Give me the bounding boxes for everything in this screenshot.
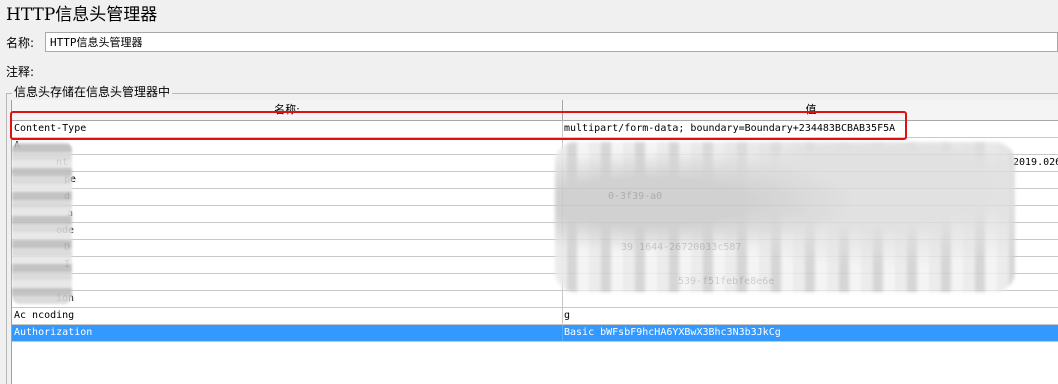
header-name-cell[interactable]: A (12, 138, 563, 154)
column-header-value[interactable]: 值 (563, 100, 1058, 120)
comment-input[interactable] (45, 60, 1058, 82)
header-name-cell[interactable]: pe (12, 172, 563, 188)
header-value-cell[interactable] (563, 172, 1058, 188)
column-header-name[interactable]: 名称: (12, 100, 563, 120)
header-value-cell[interactable] (563, 291, 1058, 307)
table-empty-area (12, 342, 1058, 384)
header-name-cell[interactable]: I (12, 257, 563, 273)
table-row[interactable]: d 0-3f39-a0 (12, 189, 1058, 206)
headers-group-legend: 信息头存储在信息头管理器中 (12, 85, 173, 99)
comment-label: 注释: (6, 64, 35, 79)
window-title: HTTP信息头管理器 (6, 5, 158, 25)
header-value-cell[interactable]: g (563, 308, 1058, 324)
table-row[interactable]: Authorization Basic bWFsbF9hcHA6YXBwX3Bhc… (12, 325, 1058, 342)
header-value-cell[interactable] (563, 223, 1058, 239)
table-row[interactable]: D 39 1644-26720033c587 (12, 240, 1058, 257)
header-name-cell[interactable]: Authorization (12, 325, 563, 341)
header-name-cell[interactable]: ion (12, 291, 563, 307)
header-value-cell[interactable]: 0-3f39-a0 (563, 189, 1058, 205)
header-name-cell[interactable]: a (12, 206, 563, 222)
table-row[interactable]: a (12, 206, 1058, 223)
table-row[interactable]: nt2019.026; (12, 155, 1058, 172)
table-row[interactable]: 539-f51febfe8e6e (12, 274, 1058, 291)
name-field-row: 名称: (6, 31, 44, 53)
header-name-cell[interactable] (12, 274, 563, 290)
header-value-cell[interactable]: Basic bWFsbF9hcHA6YXBwX3Bhc3N3b3JkCg (563, 325, 1058, 341)
header-value-cell[interactable]: 539-f51febfe8e6e (563, 274, 1058, 290)
header-name-cell[interactable]: Content-Type (12, 121, 563, 137)
name-label: 名称: (6, 35, 35, 50)
table-row[interactable]: Content-Type multipart/form-data; boundar… (12, 121, 1058, 138)
header-name-cell[interactable]: d (12, 189, 563, 205)
table-header: 名称: 值 (12, 100, 1058, 121)
table-row[interactable]: ode (12, 223, 1058, 240)
header-value-cell[interactable]: multipart/form-data; boundary=Boundary+2… (563, 121, 1058, 137)
header-value-cell[interactable] (563, 138, 1058, 154)
table-row[interactable]: I (12, 257, 1058, 274)
comment-field-row: 注释: (6, 60, 44, 82)
header-value-cell[interactable] (563, 257, 1058, 273)
headers-table[interactable]: 名称: 值 Content-Type multipart/form-data; b… (11, 100, 1058, 384)
table-row[interactable]: pe (12, 172, 1058, 189)
header-value-cell[interactable]: 39 1644-26720033c587 (563, 240, 1058, 256)
header-value-cell[interactable] (563, 206, 1058, 222)
table-row[interactable]: ion (12, 291, 1058, 308)
table-row[interactable]: A (12, 138, 1058, 155)
header-name-cell[interactable]: ode (12, 223, 563, 239)
header-value-cell[interactable]: 2019.026; (563, 155, 1058, 171)
header-name-cell[interactable]: nt (12, 155, 563, 171)
header-name-cell[interactable]: Ac ncoding (12, 308, 563, 324)
table-row[interactable]: Ac ncoding g (12, 308, 1058, 325)
name-input[interactable]: HTTP信息头管理器 (45, 32, 1058, 52)
header-name-cell[interactable]: D (12, 240, 563, 256)
